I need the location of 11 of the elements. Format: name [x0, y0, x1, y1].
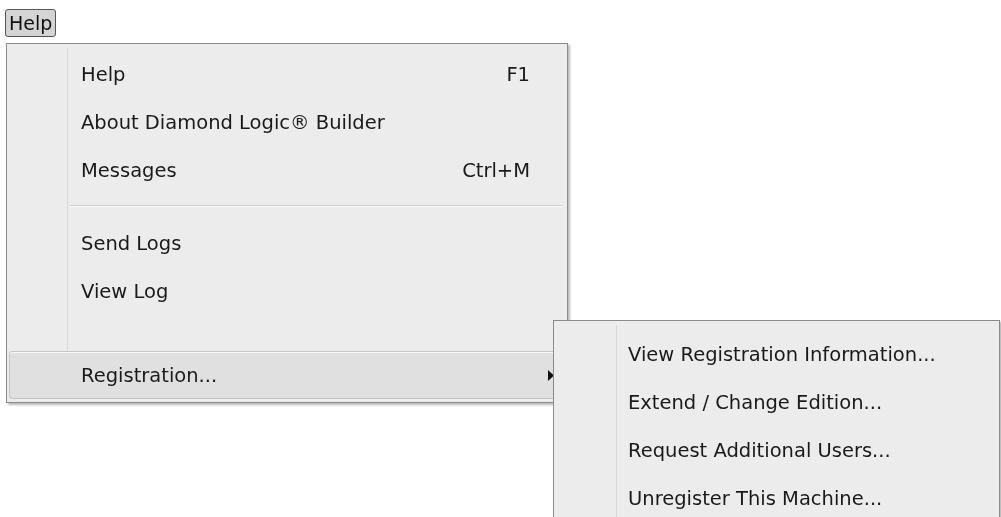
- menu-item[interactable]: About Diamond Logic® Builder: [9, 98, 565, 146]
- menu-item[interactable]: View Log: [9, 267, 565, 315]
- shortcut-label: Ctrl+M: [461, 158, 530, 182]
- menu-item[interactable]: Unregister This Machine...: [556, 474, 997, 517]
- submenu-arrow-icon: [548, 369, 554, 381]
- shortcut-label: F1: [505, 62, 530, 86]
- menu-item[interactable]: Send Logs: [9, 219, 565, 267]
- menu-item[interactable]: Request Additional Users...: [556, 426, 997, 474]
- menu-item[interactable]: Help F1: [9, 50, 565, 98]
- menu-bar-item[interactable]: Help: [5, 9, 57, 37]
- menu-item[interactable]: Messages Ctrl+M: [9, 146, 565, 194]
